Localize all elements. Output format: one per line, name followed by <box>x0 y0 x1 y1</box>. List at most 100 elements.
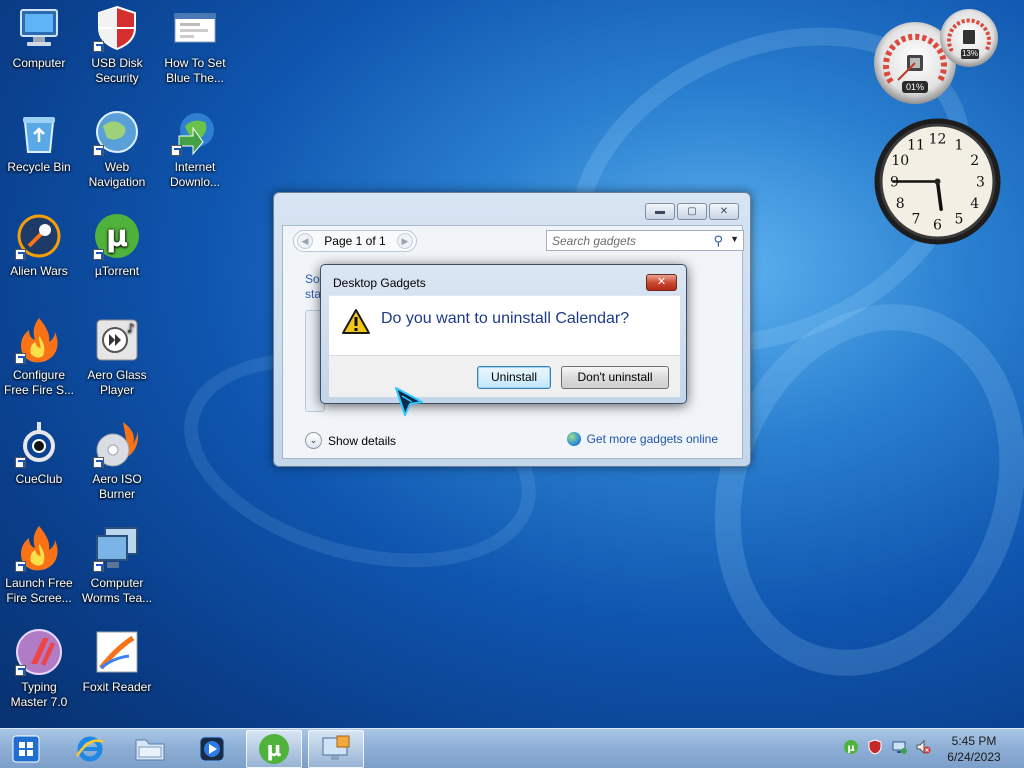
clock-number: 7 <box>912 212 921 228</box>
taskbar-time: 5:45 PM <box>951 734 997 748</box>
folder-icon <box>135 739 165 761</box>
cueclub-icon <box>15 420 63 468</box>
desktop-icon-launch-free-fire-scree[interactable]: Launch Free Fire Scree... <box>1 524 77 606</box>
desktop-icon-label: Aero ISO Burner <box>92 472 142 501</box>
mouse-cursor-icon <box>392 384 426 421</box>
show-details-label: Show details <box>328 433 397 448</box>
tray-network-icon[interactable] <box>891 739 907 758</box>
shortcut-arrow-icon <box>93 457 104 468</box>
desktop-icon-aero-iso-burner[interactable]: Aero ISO Burner <box>79 420 155 502</box>
desktop-icon-label: Internet Downlo... <box>169 160 221 189</box>
dialog-body: Do you want to uninstall Calendar? <box>329 295 680 355</box>
taskbar-desktop-gadgets[interactable] <box>308 730 364 768</box>
desktop-icon-how-to-set-blue-the[interactable]: How To Set Blue The... <box>157 4 233 86</box>
clock-number: 2 <box>970 153 979 169</box>
desktop-gadgets-icon <box>322 735 350 760</box>
clock-number: 4 <box>970 196 979 212</box>
desktop-icon-aero-glass-player[interactable]: ♪ Aero Glass Player <box>79 316 155 398</box>
memory-meter-gadget[interactable]: 13% <box>940 9 998 67</box>
clock-number: 3 <box>976 175 985 191</box>
flame-icon <box>15 524 63 572</box>
desktop-icon-typing-master-7-0[interactable]: Typing Master 7.0 <box>1 628 77 710</box>
shortcut-arrow-icon <box>93 561 104 572</box>
shortcut-arrow-icon <box>171 145 182 156</box>
desktop-icon-web-navigation[interactable]: Web Navigation <box>79 108 155 190</box>
show-details-toggle[interactable]: ⌄ Show details <box>305 432 396 449</box>
close-button[interactable]: ✕ <box>709 203 739 220</box>
get-more-gadgets-link[interactable]: Get more gadgets online <box>566 432 718 446</box>
globe-icon <box>93 108 141 156</box>
tray-volume-muted-icon[interactable] <box>915 739 931 758</box>
computer-icon <box>15 4 63 52</box>
desktop-icon-label: µTorrent <box>94 264 140 278</box>
desktop-icon-µtorrent[interactable]: µ µTorrent <box>79 212 155 279</box>
get-more-label: Get more gadgets online <box>586 432 718 446</box>
desktop-icon-computer[interactable]: Computer <box>1 4 77 71</box>
dont-uninstall-button[interactable]: Don't uninstall <box>561 366 669 389</box>
desktop-icon-label: Aero Glass Player <box>87 368 147 397</box>
shortcut-arrow-icon <box>93 249 104 260</box>
search-input[interactable]: Search gadgets ⚲ ▼ <box>546 230 744 251</box>
clock-number: 11 <box>907 137 925 153</box>
previous-page-button[interactable]: ◀ <box>297 233 313 249</box>
desktop-icon-label: Typing Master 7.0 <box>10 680 68 709</box>
monitor-icon <box>93 524 141 572</box>
desktop-icon-computer-worms-tea[interactable]: Computer Worms Tea... <box>79 524 155 606</box>
start-button[interactable] <box>0 730 52 768</box>
taskbar-internet-explorer[interactable] <box>62 730 118 768</box>
taskbar-utorrent[interactable]: µ <box>246 730 302 768</box>
desktop-icon-label: Computer <box>12 56 66 70</box>
desktop-icon-label: Recycle Bin <box>7 160 71 174</box>
chevron-down-icon[interactable]: ▼ <box>730 234 739 244</box>
svg-text:♪: ♪ <box>127 321 135 335</box>
clock-gadget[interactable]: 121234567891011 <box>873 117 1002 246</box>
internet-download-manager-icon <box>171 108 219 156</box>
desktop-icon-label: Foxit Reader <box>82 680 152 694</box>
chevron-down-icon[interactable]: ⌄ <box>305 432 322 449</box>
dialog-footer: Uninstall Don't uninstall <box>329 355 680 397</box>
shortcut-arrow-icon <box>15 457 26 468</box>
desktop-icon-alien-wars[interactable]: Alien Wars <box>1 212 77 279</box>
taskbar: µ µ 5:45 PM 6/24/2023 <box>0 728 1024 768</box>
clock-face: 121234567891011 <box>874 118 1001 245</box>
shortcut-arrow-icon <box>15 561 26 572</box>
disc-burner-icon <box>93 420 141 468</box>
shortcut-arrow-icon <box>93 41 104 52</box>
shortcut-arrow-icon <box>15 353 26 364</box>
clock-number: 1 <box>955 137 964 153</box>
clock-number: 5 <box>955 212 964 228</box>
desktop-icon-usb-disk-security[interactable]: USB Disk Security <box>79 4 155 86</box>
desktop-icon-configure-free-fire-s[interactable]: Configure Free Fire S... <box>1 316 77 398</box>
utorrent-icon: µ <box>259 734 289 764</box>
warning-icon <box>341 308 371 338</box>
dialog-close-button[interactable]: ✕ <box>646 274 677 291</box>
desktop-icon-recycle-bin[interactable]: Recycle Bin <box>1 108 77 175</box>
uninstall-dialog: Desktop Gadgets ✕ Do you want to uninsta… <box>320 264 687 404</box>
recycle-bin-icon <box>15 108 63 156</box>
desktop-icon-foxit-reader[interactable]: Foxit Reader <box>79 628 155 695</box>
typing-master-icon <box>15 628 63 676</box>
uninstall-button[interactable]: Uninstall <box>477 366 551 389</box>
tray-security-icon[interactable] <box>867 739 883 758</box>
memory-percent: 13% <box>961 49 978 58</box>
taskbar-file-explorer[interactable] <box>122 730 178 768</box>
svg-text:µ: µ <box>267 737 282 761</box>
clock-number: 8 <box>896 196 905 212</box>
minimize-button[interactable]: ▬ <box>645 203 675 220</box>
taskbar-media-player[interactable] <box>184 730 240 768</box>
document-icon <box>171 4 219 52</box>
search-icon[interactable]: ⚲ <box>713 233 723 249</box>
desktop-icon-cueclub[interactable]: CueClub <box>1 420 77 487</box>
dialog-title: Desktop Gadgets <box>333 276 426 290</box>
desktop-icon-label: How To Set Blue The... <box>164 56 226 85</box>
taskbar-clock[interactable]: 5:45 PM 6/24/2023 <box>936 733 1012 765</box>
svg-text:µ: µ <box>847 743 855 754</box>
utorrent-icon: µ <box>93 212 141 260</box>
desktop-icon-internet-downlo[interactable]: Internet Downlo... <box>157 108 233 190</box>
next-page-button[interactable]: ▶ <box>396 233 413 249</box>
clock-number: 6 <box>933 218 942 234</box>
clock-number: 10 <box>891 153 909 169</box>
windows-logo-icon <box>12 735 40 763</box>
maximize-button[interactable]: ▢ <box>677 203 707 220</box>
tray-utorrent-icon[interactable]: µ <box>843 739 859 758</box>
